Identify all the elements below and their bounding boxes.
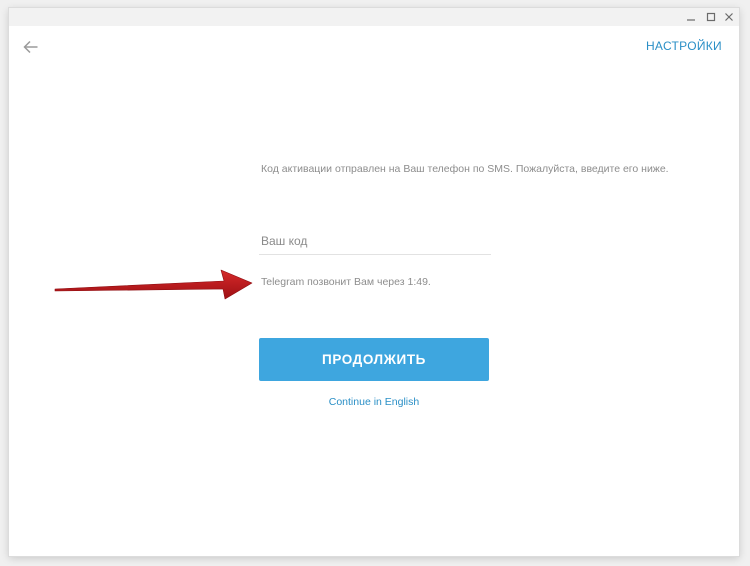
close-icon[interactable] xyxy=(720,8,738,26)
continue-button[interactable]: ПРОДОЛЖИТЬ xyxy=(259,338,489,381)
settings-link[interactable]: НАСТРОЙКИ xyxy=(646,39,722,53)
maximize-icon[interactable] xyxy=(702,8,720,26)
call-timer-text: Telegram позвонит Вам через 1:49. xyxy=(261,276,431,288)
code-input[interactable] xyxy=(259,228,491,255)
continue-in-english-link[interactable]: Continue in English xyxy=(259,396,489,408)
title-bar xyxy=(9,8,739,26)
minimize-icon[interactable] xyxy=(682,8,700,26)
app-window: НАСТРОЙКИ Код активации отправлен на Ваш… xyxy=(9,8,739,556)
instruction-text: Код активации отправлен на Ваш телефон п… xyxy=(261,163,669,175)
back-button[interactable] xyxy=(20,38,42,56)
arrow-left-icon xyxy=(23,40,38,54)
